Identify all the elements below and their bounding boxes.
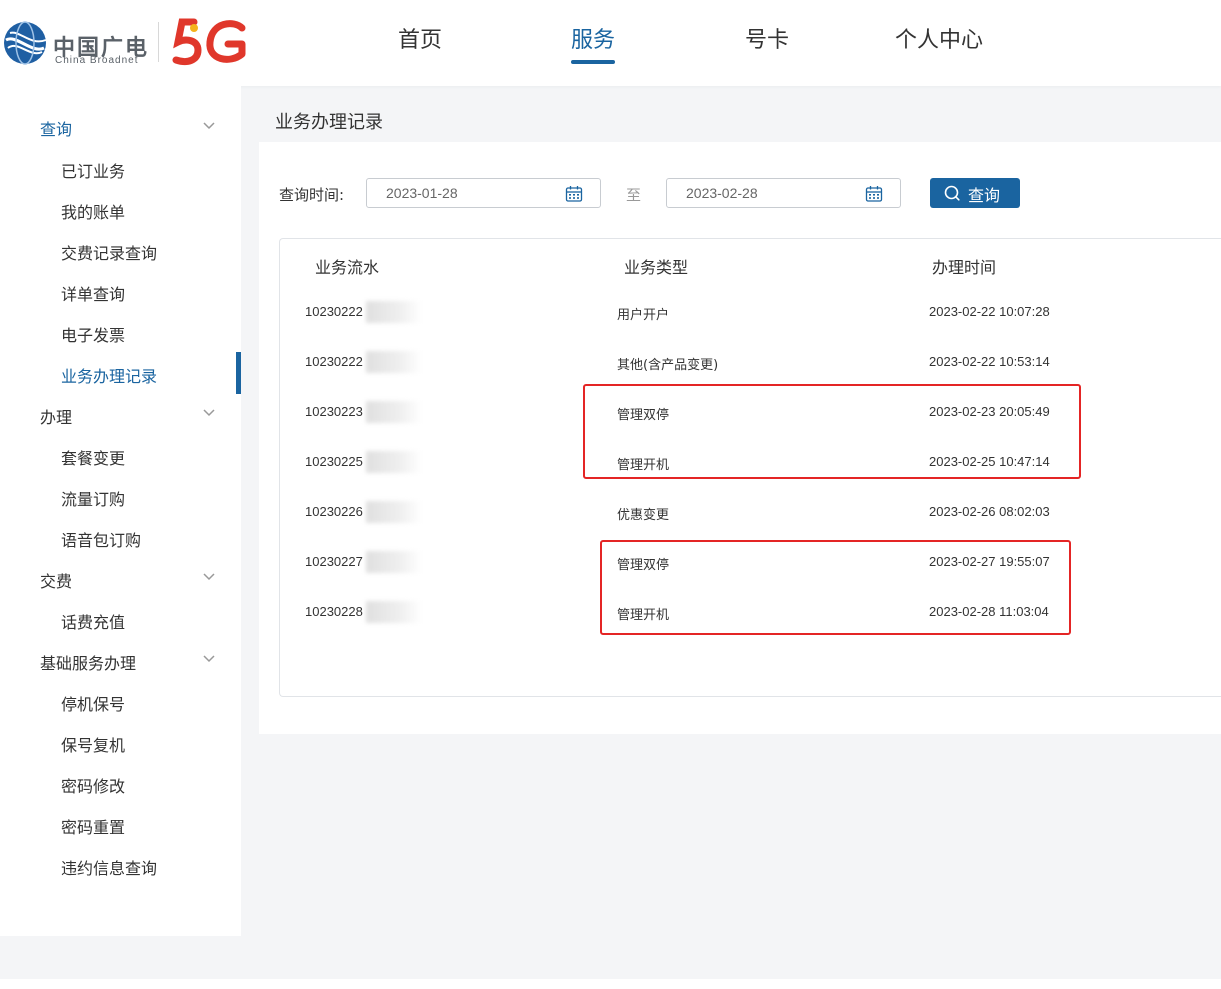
redaction-blur [366,301,422,323]
table-cell-serial: 10230228 [305,604,363,619]
5g-logo-icon [172,18,246,66]
sidebar-item-bill[interactable]: 我的账单 [61,199,125,223]
nav-home[interactable]: 首页 [398,22,442,54]
table-cell-serial: 10230227 [305,554,363,569]
sidebar-item-voice-order[interactable]: 语音包订购 [61,527,141,551]
nav-number-card[interactable]: 号卡 [745,22,789,54]
page-title: 业务办理记录 [275,112,383,133]
nav-active-indicator [571,60,615,64]
calendar-icon[interactable] [865,185,883,203]
sidebar-item-suspend-keep[interactable]: 停机保号 [61,691,125,715]
table-cell-type: 其他(含产品变更) [617,358,719,373]
table-cell-type: 用户开户 [617,308,670,323]
redaction-blur [366,401,422,423]
china-broadnet-logo[interactable]: 中国广电 China Broadnet [2,14,152,66]
table-cell-time: 2023-02-22 10:53:14 [929,354,1050,369]
sidebar-item-payment-records[interactable]: 交费记录查询 [61,240,157,264]
sidebar-group-handle[interactable]: 办理 [40,404,72,428]
date-range-separator: 至 [626,186,642,204]
start-date-input[interactable]: 2023-01-28 [366,178,601,208]
table-cell-time: 2023-02-26 08:02:03 [929,504,1050,519]
sidebar-active-indicator [236,352,241,394]
table-cell-serial: 10230222 [305,304,363,319]
table-cell-type: 优惠变更 [617,508,670,523]
sidebar-item-detail-query[interactable]: 详单查询 [61,281,125,305]
redaction-blur [366,551,422,573]
query-time-label: 查询时间: [279,186,345,204]
column-header-time: 办理时间 [932,258,997,277]
start-date-value: 2023-01-28 [386,185,458,201]
table-cell-serial: 10230226 [305,504,363,519]
redaction-blur [366,601,422,623]
column-header-type: 业务类型 [624,258,689,277]
sidebar-item-business-records[interactable]: 业务办理记录 [61,363,157,387]
sidebar-item-password-reset[interactable]: 密码重置 [61,814,125,838]
logo-divider [158,22,159,62]
column-header-serial: 业务流水 [315,258,380,277]
search-icon [944,185,960,201]
redaction-blur [366,501,422,523]
calendar-icon[interactable] [565,185,583,203]
end-date-value: 2023-02-28 [686,185,758,201]
sidebar-item-plan-change[interactable]: 套餐变更 [61,445,125,469]
end-date-input[interactable]: 2023-02-28 [666,178,901,208]
sidebar-group-basic-service[interactable]: 基础服务办理 [40,650,136,674]
table-cell-serial: 10230223 [305,404,363,419]
sidebar-item-subscribed[interactable]: 已订业务 [61,158,125,182]
globe-logo-icon [4,21,47,65]
sidebar-item-data-order[interactable]: 流量订购 [61,486,125,510]
chevron-down-icon[interactable] [202,570,216,584]
chevron-down-icon[interactable] [202,406,216,420]
logo-english-text: China Broadnet [55,55,139,66]
sidebar-item-recharge[interactable]: 话费充值 [61,609,125,633]
chevron-down-icon[interactable] [202,652,216,666]
table-cell-serial: 10230225 [305,454,363,469]
footer-strip [0,979,1221,989]
sidebar-item-password-change[interactable]: 密码修改 [61,773,125,797]
search-button[interactable]: 查询 [930,178,1020,208]
sidebar-item-violation-query[interactable]: 违约信息查询 [61,855,157,879]
table-cell-time: 2023-02-22 10:07:28 [929,304,1050,319]
top-header: 中国广电 China Broadnet 首页 服务 号卡 个人中心 [0,0,1221,86]
highlight-box [583,384,1081,479]
sidebar-group-query[interactable]: 查询 [40,116,72,140]
sidebar-item-resume[interactable]: 保号复机 [61,732,125,756]
nav-service[interactable]: 服务 [571,22,615,54]
table-cell-serial: 10230222 [305,354,363,369]
chevron-down-icon[interactable] [202,119,216,133]
sidebar-group-payment[interactable]: 交费 [40,568,72,592]
search-button-label: 查询 [968,186,1001,205]
sidebar-item-e-invoice[interactable]: 电子发票 [61,322,125,346]
redaction-blur [366,351,422,373]
redaction-blur [366,451,422,473]
nav-personal-center[interactable]: 个人中心 [895,22,983,54]
highlight-box [600,540,1071,635]
